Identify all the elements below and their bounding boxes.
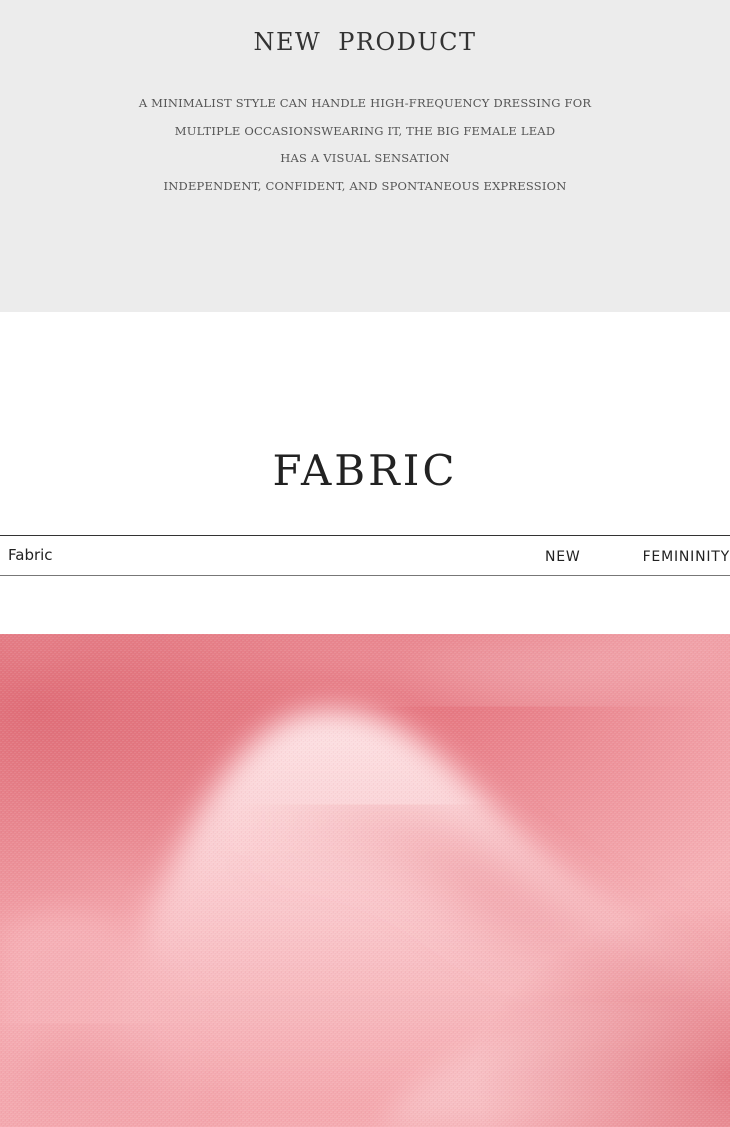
strip-femininity-label: FEMININITY [642,549,730,565]
strip-top-divider [0,535,730,536]
intro-line-4: INDEPENDENT, CONFIDENT, AND SPONTANEOUS … [163,178,567,193]
fabric-photo [0,634,730,1127]
fabric-heading: FABRIC [272,446,458,495]
strip-new-label: NEW [545,549,581,565]
intro-banner: NEW PRODUCT A MINIMALIST STYLE CAN HANDL… [0,0,730,312]
intro-line-1: A MINIMALIST STYLE CAN HANDLE HIGH-FREQU… [138,96,592,110]
strip-bottom-divider [0,575,730,576]
intro-line-3: HAS A VISUAL SENSATION [280,151,450,165]
intro-description: A MINIMALIST STYLE CAN HANDLE HIGH-FREQU… [0,92,730,202]
intro-line-2: MULTIPLE OCCASIONSWEARING IT, THE BIG FE… [174,123,556,138]
strip-fabric-label: Fabric [8,546,53,564]
new-product-title: NEW PRODUCT [253,28,477,56]
